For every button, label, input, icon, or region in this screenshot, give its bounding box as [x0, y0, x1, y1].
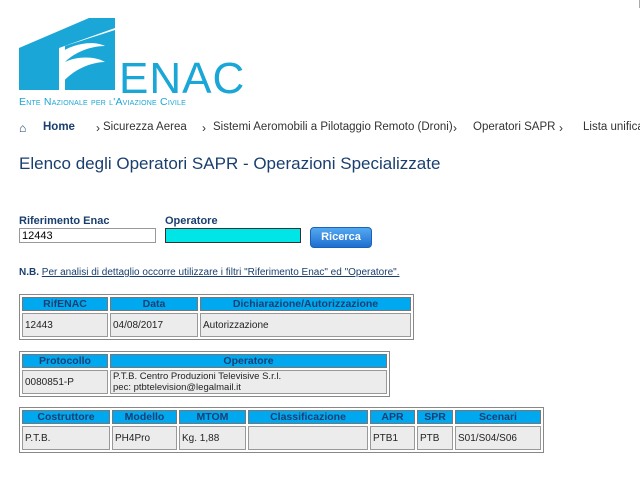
- operator-pec: pec: ptbtelevision@legalmail.it: [113, 382, 241, 393]
- cell-costruttore: P.T.B.: [22, 426, 110, 450]
- cell-apr: PTB1: [370, 426, 415, 450]
- col-operatore: Operatore: [110, 354, 387, 368]
- aircraft-table: Costruttore Modello MTOM Classificazione…: [19, 407, 544, 453]
- note-prefix: N.B.: [19, 267, 39, 278]
- col-apr: APR: [370, 410, 415, 424]
- table-row: 12443 04/08/2017 Autorizzazione: [22, 313, 411, 337]
- col-costruttore: Costruttore: [22, 410, 110, 424]
- rif-enac-label: Riferimento Enac: [19, 215, 110, 227]
- cell-modello: PH4Pro: [112, 426, 177, 450]
- col-spr: SPR: [417, 410, 453, 424]
- table-row: 0080851-P P.T.B. Centro Produzioni Telev…: [22, 370, 387, 394]
- note-link[interactable]: Per analisi di dettaglio occorre utilizz…: [42, 267, 400, 278]
- rif-enac-input[interactable]: [19, 228, 156, 243]
- breadcrumb-sicurezza-aerea[interactable]: Sicurezza Aerea: [103, 121, 187, 133]
- chevron-right-icon: ›: [559, 121, 563, 135]
- chevron-right-icon: ›: [96, 121, 100, 135]
- col-scenari: Scenari: [455, 410, 541, 424]
- search-button[interactable]: Ricerca: [310, 227, 372, 248]
- enac-logo[interactable]: ENAC Ente Nazionale per l'Aviazione Civi…: [19, 18, 244, 110]
- col-rifenac: RifENAC: [22, 297, 108, 311]
- breadcrumb-operatori-sapr[interactable]: Operatori SAPR: [473, 121, 555, 133]
- cell-data: 04/08/2017: [110, 313, 198, 337]
- enac-logo-mark-icon: [19, 18, 115, 90]
- col-mtom: MTOM: [179, 410, 246, 424]
- chevron-right-icon: ›: [202, 121, 206, 135]
- col-modello: Modello: [112, 410, 177, 424]
- operator-name: P.T.B. Centro Produzioni Televisive S.r.…: [113, 371, 282, 382]
- operator-table: Protocollo Operatore 0080851-P P.T.B. Ce…: [19, 351, 390, 397]
- breadcrumb: ⌂ Home › Sicurezza Aerea › Sistemi Aerom…: [19, 121, 640, 137]
- chevron-right-icon: ›: [453, 121, 457, 135]
- table-header-row: Costruttore Modello MTOM Classificazione…: [22, 410, 541, 424]
- table-row: P.T.B. PH4Pro Kg. 1,88 PTB1 PTB S01/S04/…: [22, 426, 541, 450]
- logo-subtitle: Ente Nazionale per l'Aviazione Civile: [19, 96, 186, 108]
- col-data: Data: [110, 297, 198, 311]
- cell-spr: PTB: [417, 426, 453, 450]
- operatore-label: Operatore: [165, 215, 218, 227]
- cell-operatore: P.T.B. Centro Produzioni Televisive S.r.…: [110, 370, 387, 394]
- breadcrumb-home[interactable]: Home: [43, 121, 75, 133]
- breadcrumb-lista-unificata[interactable]: Lista unifica: [583, 121, 640, 133]
- page-title: Elenco degli Operatori SAPR - Operazioni…: [19, 154, 441, 173]
- cell-classificazione: [248, 426, 368, 450]
- col-classificazione: Classificazione: [248, 410, 368, 424]
- cell-scenari: S01/S04/S06: [455, 426, 541, 450]
- authorization-table: RifENAC Data Dichiarazione/Autorizzazion…: [19, 294, 414, 340]
- breadcrumb-sistemi-apr[interactable]: Sistemi Aeromobili a Pilotaggio Remoto (…: [213, 121, 453, 133]
- table-header-row: RifENAC Data Dichiarazione/Autorizzazion…: [22, 297, 411, 311]
- col-dichiarazione: Dichiarazione/Autorizzazione: [200, 297, 411, 311]
- cell-protocollo: 0080851-P: [22, 370, 108, 394]
- operatore-input[interactable]: [165, 228, 301, 243]
- cell-mtom: Kg. 1,88: [179, 426, 246, 450]
- cell-rifenac: 12443: [22, 313, 108, 337]
- home-icon[interactable]: ⌂: [19, 121, 26, 135]
- cell-dichiarazione: Autorizzazione: [200, 313, 411, 337]
- filter-note: N.B. Per analisi di dettaglio occorre ut…: [19, 267, 399, 278]
- table-header-row: Protocollo Operatore: [22, 354, 387, 368]
- col-protocollo: Protocollo: [22, 354, 108, 368]
